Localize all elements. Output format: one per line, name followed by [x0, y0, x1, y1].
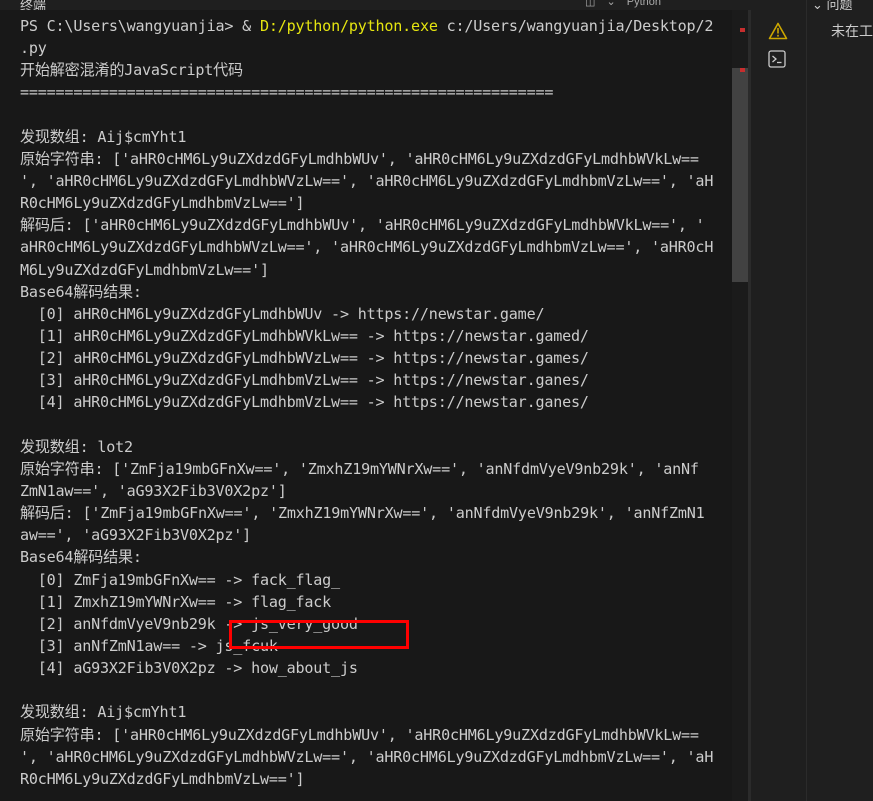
output-line: [4] aHR0cHM6Ly9uZXdzdGFyLmdhbmVzLw== -> … [20, 393, 589, 412]
output-line: 原始字符串: ['aHR0cHM6Ly9uZXdzdGFyLmdhbWUv', … [20, 149, 699, 168]
output-line: [1] aHR0cHM6Ly9uZXdzdGFyLmdhbWVkLw== -> … [20, 326, 589, 345]
panel-header: 终端 ◫ ⌄ Python ⌄ 问题 [0, 0, 873, 10]
output-line: 解码后: ['aHR0cHM6Ly9uZXdzdGFyLmdhbWUv', 'a… [20, 216, 705, 235]
terminal-list [751, 10, 806, 801]
panel-title[interactable]: 终端 [20, 0, 46, 10]
output-line: ZmN1aw==', 'aG93X2Fib3V0X2pz'] [20, 481, 287, 500]
output-line: ========================================… [20, 83, 554, 102]
output-line: [4] aG93X2Fib3V0X2pz -> how_about_js [20, 659, 358, 678]
output-line: [2] aHR0cHM6Ly9uZXdzdGFyLmdhbWVzLw== -> … [20, 349, 589, 368]
output-line: 开始解密混淆的JavaScript代码 [20, 61, 243, 80]
shell-prompt: PS C:\Users\wangyuanjia> & [20, 17, 260, 35]
output-line: [0] ZmFja19mbGFnXw== -> fack_flag_ [20, 570, 340, 589]
warning-icon[interactable] [768, 22, 788, 40]
output-line: Base64解码结果: [20, 282, 142, 301]
dropdown-chevron-icon[interactable]: ⌄ [606, 0, 615, 8]
output-line: 解码后: ['ZmFja19mbGFnXw==', 'ZmxhZ19mYWNrX… [20, 504, 705, 523]
problems-header[interactable]: ⌄ 问题 [812, 0, 853, 10]
terminal-panel[interactable]: PS C:\Users\wangyuanjia> & D:/python/pyt… [0, 10, 732, 801]
chevron-down-icon: ⌄ [812, 0, 823, 10]
no-problems-message: 未在工作区检测到问题 [831, 23, 873, 39]
output-line: M6Ly9uZXdzdGFyLmdhbmVzLw=='] [20, 260, 269, 279]
terminal-toolbar: ◫ ⌄ Python [585, 0, 669, 8]
output-line: 发现数组: Aij$cmYht1 [20, 127, 187, 146]
output-line: R0cHM6Ly9uZXdzdGFyLmdhbmVzLw=='] [20, 769, 305, 788]
output-line: aHR0cHM6Ly9uZXdzdGFyLmdhbWVzLw==', 'aHR0… [20, 238, 714, 257]
scrollbar-marker [740, 68, 745, 72]
problems-panel: 未在工作区检测到问题 [807, 10, 873, 801]
output-line: 原始字符串: ['ZmFja19mbGFnXw==', 'ZmxhZ19mYWN… [20, 459, 699, 478]
output-line: aw==', 'aG93X2Fib3V0X2pz'] [20, 526, 252, 545]
output-line: Base64解码结果: [20, 548, 142, 567]
output-line: ', 'aHR0cHM6Ly9uZXdzdGFyLmdhbWVzLw==', '… [20, 171, 714, 190]
output-line: .py [20, 39, 47, 58]
problems-title: 问题 [826, 0, 853, 10]
output-line: 发现数组: lot2 [20, 437, 133, 456]
scrollbar-marker [740, 28, 745, 32]
command-line: PS C:\Users\wangyuanjia> & D:/python/pyt… [20, 15, 732, 37]
output-line: R0cHM6Ly9uZXdzdGFyLmdhbmVzLw=='] [20, 194, 305, 213]
output-line: ', 'aHR0cHM6Ly9uZXdzdGFyLmdhbWVzLw==', '… [20, 747, 714, 766]
terminal-instance-label[interactable]: Python [627, 0, 661, 8]
terminal-icon[interactable] [768, 50, 786, 68]
scrollbar-thumb[interactable] [732, 68, 748, 282]
output-line: [1] ZmxhZ19mYWNrXw== -> flag_fack [20, 592, 332, 611]
terminal-output: PS C:\Users\wangyuanjia> & D:/python/pyt… [20, 15, 732, 790]
script-path: c:/Users/wangyuanjia/Desktop/2 [437, 17, 714, 35]
output-line: 发现数组: Aij$cmYht1 [20, 703, 187, 722]
output-line: [0] aHR0cHM6Ly9uZXdzdGFyLmdhbWUv -> http… [20, 304, 545, 323]
split-terminal-icon[interactable]: ◫ [585, 0, 595, 8]
python-exe-path: D:/python/python.exe [259, 17, 438, 35]
output-line: [3] aHR0cHM6Ly9uZXdzdGFyLmdhbmVzLw== -> … [20, 371, 589, 390]
output-line: 原始字符串: ['aHR0cHM6Ly9uZXdzdGFyLmdhbWUv', … [20, 725, 699, 744]
terminal-scrollbar[interactable] [732, 10, 748, 801]
annotation-highlight-box [229, 620, 409, 649]
